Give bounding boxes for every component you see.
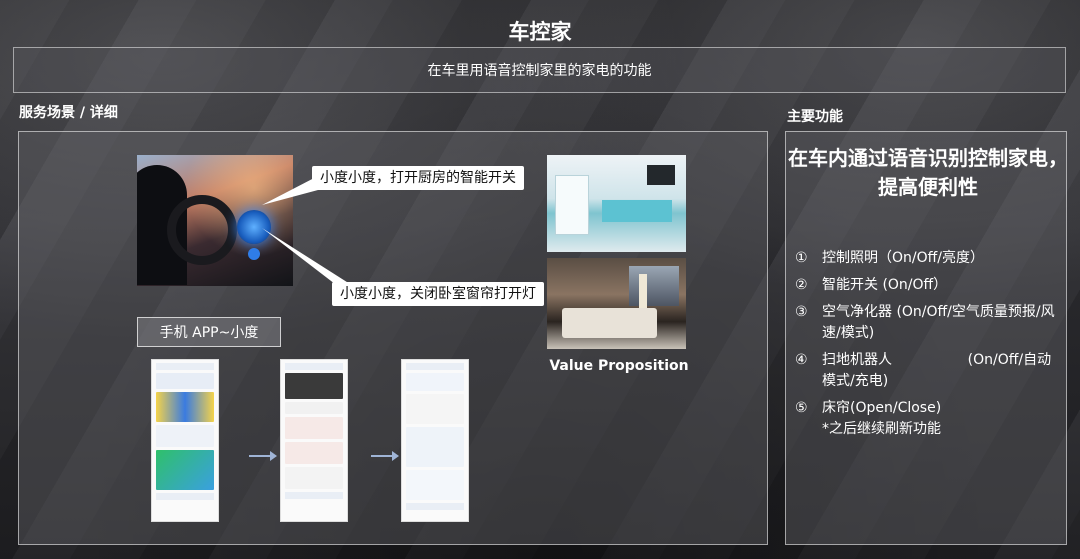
feature-item: ② 智能开关 (On/Off） (795, 275, 1065, 296)
feature-item: ④ 扫地机器人 (On/Off/自动模式/充电) (795, 350, 1065, 392)
feature-number: ③ (795, 304, 808, 320)
feature-item: ③ 空气净化器 (On/Off/空气质量预报/风速/模式) (795, 302, 1065, 344)
speech-bubble-kitchen: 小度小度，打开厨房的智能开关 (312, 166, 524, 190)
speech-bubble-bedroom: 小度小度，关闭卧室窗帘打开灯 (332, 282, 544, 306)
phone-screen-add-device (401, 359, 469, 522)
app-label-text: 手机 APP~小度 (159, 325, 259, 341)
feature-item: ① 控制照明（On/Off/亮度） (795, 248, 1065, 269)
phone-screen-device-list (280, 359, 348, 522)
flow-arrow-1 (249, 451, 277, 461)
app-label: 手机 APP~小度 (137, 317, 281, 347)
feature-number: ② (795, 277, 808, 293)
feature-text: 扫地机器人 (On/Off/自动模式/充电) (822, 352, 1052, 389)
smart-kitchen-image (547, 155, 686, 252)
value-proposition-label: Value Proposition (549, 358, 689, 374)
feature-number: ⑤ (795, 400, 808, 416)
feature-list: ① 控制照明（On/Off/亮度） ② 智能开关 (On/Off） ③ 空气净化… (795, 248, 1065, 446)
feature-number: ④ (795, 352, 808, 368)
feature-text: 空气净化器 (On/Off/空气质量预报/风速/模式) (822, 304, 1055, 341)
feature-text: 智能开关 (On/Off） (822, 277, 948, 293)
features-headline: 在车内通过语音识别控制家电，提高便利性 (788, 146, 1068, 199)
bedroom-image (547, 258, 686, 349)
feature-number: ① (795, 250, 808, 266)
phone-screen-app-store (151, 359, 219, 522)
feature-text: 控制照明（On/Off/亮度） (822, 250, 984, 266)
feature-item: ⑤ 床帘(Open/Close) *之后继续刷新功能 (795, 398, 1065, 440)
flow-arrow-2 (371, 451, 399, 461)
feature-text: 床帘(Open/Close) *之后继续刷新功能 (822, 400, 942, 437)
